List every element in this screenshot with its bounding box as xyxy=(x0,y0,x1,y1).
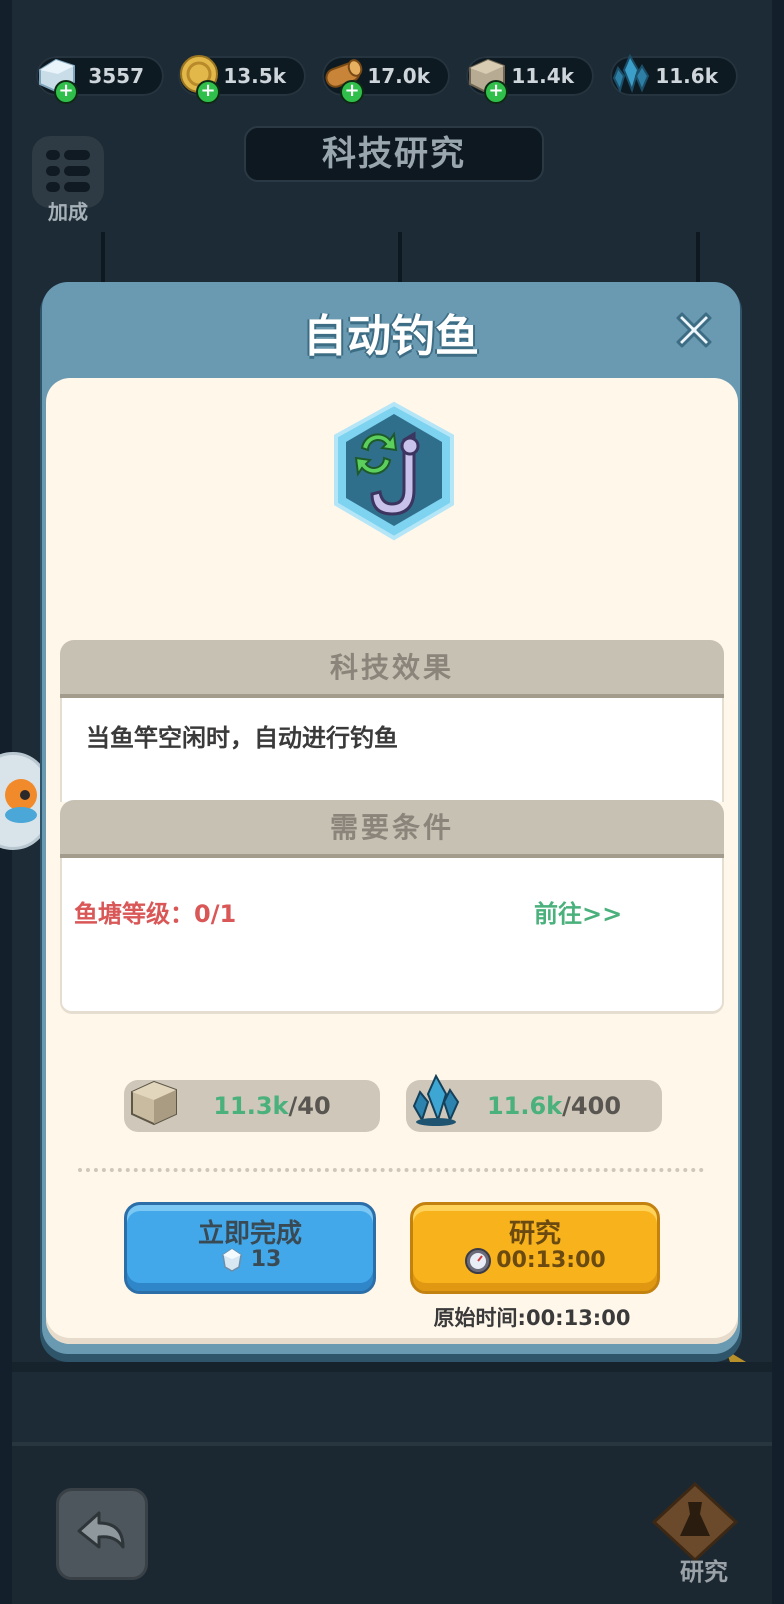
cost-stone: 11.3k/40 xyxy=(124,1080,380,1132)
resource-value: 3557 xyxy=(88,64,144,88)
research-time: 00:13:00 xyxy=(413,1247,657,1275)
cost-crystal-text: 11.6k/400 xyxy=(406,1080,662,1132)
resource-value: 11.4k xyxy=(511,64,574,88)
requirement-section-header: 需要条件 xyxy=(60,800,724,858)
requirement-section-body xyxy=(60,858,724,1014)
screen-title: 科技研究 xyxy=(244,126,544,182)
resource-value: 17.0k xyxy=(367,64,430,88)
resource-stone[interactable]: + 11.4k xyxy=(466,56,594,104)
add-ice-block-button[interactable]: + xyxy=(54,80,78,104)
research-tab-label: 研究 xyxy=(680,1558,728,1586)
gem-cost-value: 13 xyxy=(250,1247,282,1272)
cost-need: /40 xyxy=(288,1092,331,1120)
resource-ice-block[interactable]: + 3557 xyxy=(36,56,164,104)
bonus-label: 加成 xyxy=(48,200,88,224)
add-coin-button[interactable]: + xyxy=(196,80,220,104)
close-button[interactable] xyxy=(668,304,720,356)
back-button[interactable] xyxy=(56,1488,148,1580)
blue-crystal-icon xyxy=(612,53,650,94)
resource-value: 11.6k xyxy=(655,64,718,88)
research-button[interactable]: 研究 00:13:00 xyxy=(410,1202,660,1294)
divider xyxy=(78,1168,704,1172)
close-icon xyxy=(676,312,712,348)
resource-wood[interactable]: + 17.0k xyxy=(322,56,450,104)
research-label: 研究 xyxy=(508,1219,561,1249)
instant-complete-button[interactable]: 立即完成 13 xyxy=(124,1202,376,1294)
effect-section-header: 科技效果 xyxy=(60,640,724,698)
resource-value: 13.5k xyxy=(223,64,286,88)
cost-have: 11.6k xyxy=(486,1092,563,1120)
gem-cost: 13 xyxy=(127,1247,373,1273)
back-arrow-icon xyxy=(77,1511,125,1549)
resource-coin[interactable]: + 13.5k xyxy=(178,55,306,104)
cost-need: /400 xyxy=(562,1092,622,1120)
cost-have: 11.3k xyxy=(213,1092,289,1120)
auto-fishing-hook-icon xyxy=(328,400,460,544)
resource-crystal[interactable]: 11.6k xyxy=(610,53,738,96)
research-time-value: 00:13:00 xyxy=(496,1248,606,1273)
effect-description: 当鱼竿空闲时，自动进行钓鱼 xyxy=(86,724,398,752)
gem-icon xyxy=(221,1248,242,1272)
modal-title: 自动钓鱼 xyxy=(303,311,479,362)
requirement-pond-level: 鱼塘等级：0/1 xyxy=(74,900,237,928)
cost-crystal: 11.6k/400 xyxy=(406,1074,662,1132)
instant-complete-label: 立即完成 xyxy=(197,1219,302,1249)
cost-stone-text: 11.3k/40 xyxy=(124,1080,380,1132)
clock-icon xyxy=(465,1248,492,1274)
goto-link[interactable]: 前往>> xyxy=(534,894,622,929)
original-time: 原始时间:00:13:00 xyxy=(433,1306,631,1330)
add-stone-button[interactable]: + xyxy=(484,80,508,104)
add-wood-button[interactable]: + xyxy=(340,80,364,104)
